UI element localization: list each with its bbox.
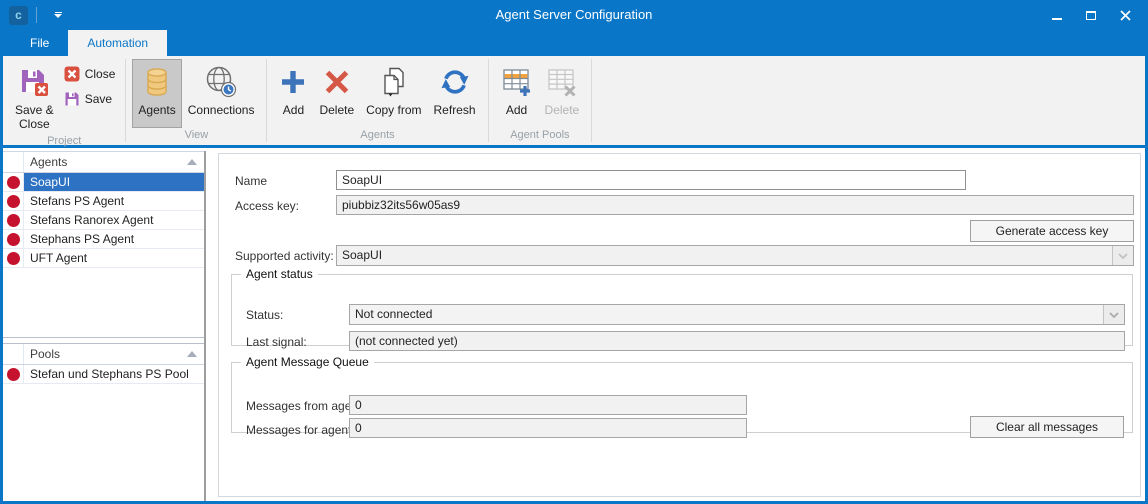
ribbon: Save &Close Close	[3, 56, 1145, 148]
pool-delete-button[interactable]: Delete	[539, 59, 586, 128]
save-button[interactable]: Save	[64, 91, 116, 107]
last-signal-field: (not connected yet)	[349, 331, 1125, 351]
agent-status-legend: Agent status	[241, 267, 318, 281]
title-bar: c Agent Server Configuration	[0, 0, 1148, 30]
pools-list-header[interactable]: Pools	[3, 344, 204, 365]
ribbon-separator	[591, 59, 592, 142]
agent-status-red-icon	[7, 252, 20, 265]
view-connections-button[interactable]: Connections	[182, 59, 261, 128]
last-signal-label: Last signal:	[246, 332, 307, 352]
delete-x-icon	[323, 64, 351, 100]
access-key-label: Access key:	[235, 196, 299, 216]
agent-detail-panel: Name Access key: piubbiz32its56w05as9 Ge…	[218, 153, 1141, 497]
chevron-down-icon	[1103, 305, 1124, 324]
supported-activity-dropdown[interactable]: SoapUI	[336, 245, 1134, 266]
group-label-agents: Agents	[269, 128, 485, 145]
sort-ascending-icon	[187, 159, 197, 165]
agents-list: Agents SoapUI Stefans PS Agent Stefans R…	[3, 151, 204, 338]
pool-list-item[interactable]: Stefan und Stephans PS Pool	[3, 365, 204, 384]
generate-access-key-button[interactable]: Generate access key	[970, 220, 1134, 242]
access-key-field[interactable]: piubbiz32its56w05as9	[336, 195, 1134, 215]
agent-copy-from-button[interactable]: Copy from	[360, 59, 427, 128]
ribbon-group-agents: Add Delete	[267, 56, 487, 145]
agent-message-queue-group: Agent Message Queue Messages from agent:…	[231, 355, 1133, 433]
minimize-button[interactable]	[1042, 3, 1072, 27]
close-icon	[1120, 10, 1131, 21]
pool-add-button[interactable]: Add	[495, 59, 539, 128]
refresh-icon	[440, 64, 470, 100]
group-label-project: Project	[5, 134, 123, 149]
agents-database-icon	[142, 64, 172, 100]
status-dropdown[interactable]: Not connected	[349, 304, 1125, 325]
agent-status-red-icon	[7, 214, 20, 227]
agent-list-item[interactable]: UFT Agent	[3, 249, 204, 268]
agent-list-item[interactable]: Stefans Ranorex Agent	[3, 211, 204, 230]
pools-header-label: Pools	[24, 347, 187, 361]
agent-delete-button[interactable]: Delete	[313, 59, 360, 128]
save-icon	[64, 91, 80, 107]
titlebar-divider	[36, 7, 37, 23]
view-agents-button[interactable]: Agents	[132, 59, 181, 128]
delete-table-icon	[546, 64, 578, 100]
tab-automation[interactable]: Automation	[68, 30, 167, 56]
content-area: Agents SoapUI Stefans PS Agent Stefans R…	[3, 151, 1145, 501]
agents-list-header[interactable]: Agents	[3, 152, 204, 173]
agent-status-red-icon	[7, 233, 20, 246]
messages-for-agent-field: 0	[349, 418, 747, 438]
sidebar: Agents SoapUI Stefans PS Agent Stefans R…	[3, 151, 206, 501]
group-label-view: View	[128, 128, 264, 145]
quick-access-dropdown-icon[interactable]	[47, 5, 69, 25]
agent-refresh-button[interactable]: Refresh	[428, 59, 482, 128]
ribbon-group-agent-pools: Add Delete Agent Pools	[489, 56, 592, 145]
group-label-agent-pools: Agent Pools	[491, 128, 590, 145]
agent-list-item[interactable]: Stefans PS Agent	[3, 192, 204, 211]
app-window: c Agent Server Configuration File Automa…	[0, 0, 1148, 504]
add-table-icon	[501, 64, 533, 100]
supported-activity-label: Supported activity:	[235, 246, 334, 266]
close-project-button[interactable]: Close	[64, 66, 116, 82]
pool-status-red-icon	[7, 368, 20, 381]
tab-file[interactable]: File	[11, 30, 68, 56]
agent-list-item[interactable]: Stephans PS Agent	[3, 230, 204, 249]
ribbon-tab-bar: File Automation	[0, 30, 1148, 56]
pools-list: Pools Stefan und Stephans PS Pool	[3, 343, 204, 501]
clear-all-messages-button[interactable]: Clear all messages	[970, 416, 1124, 438]
agent-status-red-icon	[7, 195, 20, 208]
messages-from-agent-label: Messages from agent:	[246, 396, 365, 416]
connections-globe-icon	[204, 64, 238, 100]
sort-ascending-icon	[187, 351, 197, 357]
window-title: Agent Server Configuration	[0, 0, 1148, 30]
agent-message-queue-legend: Agent Message Queue	[241, 355, 374, 369]
status-label: Status:	[246, 305, 283, 325]
agents-header-label: Agents	[24, 155, 187, 169]
messages-from-agent-field: 0	[349, 395, 747, 415]
save-and-close-icon	[18, 64, 50, 100]
name-input[interactable]	[336, 170, 966, 190]
copy-pages-icon	[379, 64, 409, 100]
maximize-button[interactable]	[1076, 3, 1106, 27]
close-button[interactable]	[1110, 3, 1140, 27]
app-icon: c	[9, 6, 28, 25]
name-label: Name	[235, 171, 267, 191]
agent-status-group: Agent status Status: Not connected Last …	[231, 267, 1133, 346]
ribbon-group-view: Agents Connections	[126, 56, 266, 145]
chevron-down-icon	[1112, 246, 1133, 265]
agent-status-red-icon	[7, 176, 20, 189]
add-plus-icon	[279, 64, 307, 100]
save-and-close-button[interactable]: Save &Close	[9, 59, 60, 134]
minimize-icon	[1052, 18, 1062, 20]
agent-list-item[interactable]: SoapUI	[3, 173, 204, 192]
maximize-icon	[1086, 11, 1096, 20]
ribbon-group-project: Save &Close Close	[3, 56, 125, 145]
agent-add-button[interactable]: Add	[273, 59, 313, 128]
close-project-icon	[64, 66, 80, 82]
messages-for-agent-label: Messages for agent:	[246, 420, 355, 440]
